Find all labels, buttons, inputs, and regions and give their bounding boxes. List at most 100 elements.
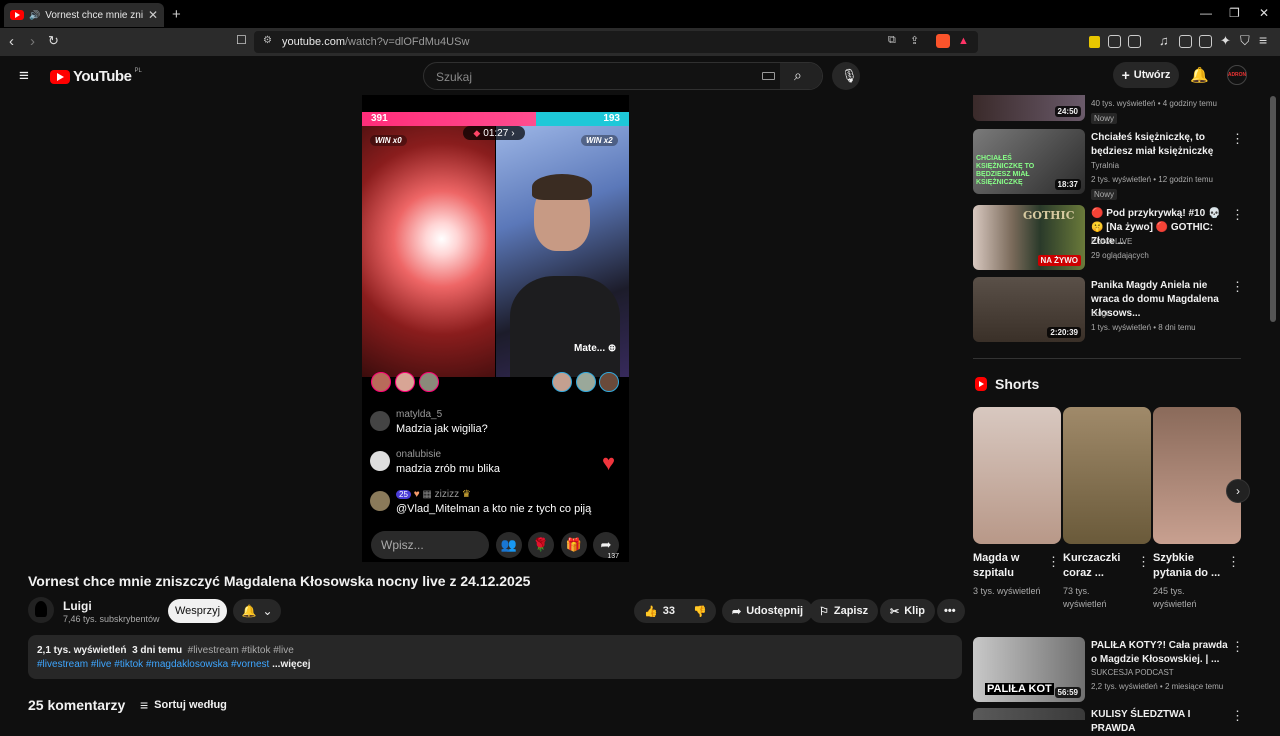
- heart-icon[interactable]: ♥: [602, 450, 615, 476]
- mate-label[interactable]: Mate... ⊕: [574, 343, 616, 354]
- chat-input[interactable]: Wpisz...: [371, 531, 489, 559]
- back-icon[interactable]: ‹: [9, 33, 14, 50]
- video-thumbnail[interactable]: 24:50: [973, 95, 1085, 121]
- shorts-next-button[interactable]: ›: [1226, 479, 1250, 503]
- multi-guest-icon[interactable]: 👥: [496, 532, 522, 558]
- thumbs-down-icon[interactable]: 👎: [693, 605, 707, 618]
- extension-puzzle-icon[interactable]: [1108, 35, 1121, 48]
- sidebar-toggle-icon[interactable]: [1179, 35, 1192, 48]
- battle-score-bar: 391 193: [362, 112, 629, 126]
- extension-yellow-icon[interactable]: [1089, 36, 1100, 48]
- more-vert-icon[interactable]: ⋮: [1227, 554, 1240, 570]
- account-avatar[interactable]: ADRON: [1227, 65, 1247, 85]
- window-close-icon[interactable]: ✕: [1259, 6, 1269, 20]
- video-title: Vornest chce mnie zniszczyć Magdalena Kł…: [28, 573, 531, 589]
- open-external-icon[interactable]: ⧉: [888, 34, 896, 47]
- browser-tab[interactable]: 🔊 Vornest chce mnie zniszczyć ✕: [4, 3, 164, 27]
- more-vert-icon[interactable]: ⋮: [1231, 279, 1244, 295]
- restore-icon[interactable]: ❐: [1229, 6, 1240, 20]
- gifter-avatar-1: [371, 372, 391, 392]
- description-box[interactable]: 2,1 tys. wyświetleń 3 dni temu #livestre…: [28, 635, 962, 679]
- minimize-icon[interactable]: —: [1200, 6, 1212, 20]
- bell-icon: 🔔: [241, 604, 257, 618]
- keyboard-icon[interactable]: [762, 72, 775, 80]
- new-tab-icon[interactable]: +: [172, 6, 181, 23]
- video-thumbnail[interactable]: [973, 708, 1085, 720]
- left-stream: [362, 126, 495, 377]
- hamburger-menu-icon[interactable]: ≡: [19, 66, 29, 86]
- like-dislike-button[interactable]: 👍 33 👎: [634, 599, 716, 623]
- win-badge-right: WIN x2: [581, 135, 618, 146]
- chevron-right-icon: ›: [1236, 484, 1240, 498]
- more-vert-icon[interactable]: ⋮: [1047, 554, 1060, 570]
- brave-rewards-icon[interactable]: ▲: [958, 35, 969, 47]
- forward-icon[interactable]: ›: [30, 33, 35, 50]
- video-thumbnail[interactable]: PALIŁA KOT 56:59: [973, 637, 1085, 702]
- more-vert-icon[interactable]: ⋮: [1137, 554, 1150, 570]
- browser-nav-bar: ‹ › ↻ ☐ ⚙ youtube.com/watch?v=dlOFdMu4US…: [0, 28, 1280, 56]
- video-player[interactable]: 391 193 WIN x0 WIN x2 ◆ 01:27 › Mate... …: [362, 95, 629, 562]
- youtube-logo[interactable]: YouTube PL: [50, 68, 142, 85]
- scrollbar[interactable]: [1270, 96, 1276, 322]
- voice-search-button[interactable]: 🎙: [832, 62, 860, 90]
- battle-timer: ◆ 01:27 ›: [463, 126, 525, 140]
- gift-icon[interactable]: 🎁: [561, 532, 587, 558]
- search-box[interactable]: Szukaj ⌕: [423, 62, 823, 90]
- more-vert-icon[interactable]: ⋮: [1231, 708, 1244, 724]
- reload-icon[interactable]: ↻: [48, 33, 59, 49]
- search-icon: ⌕: [794, 67, 802, 83]
- wallet-icon[interactable]: [1199, 35, 1212, 48]
- gifter-avatar-2: [395, 372, 415, 392]
- tab-title: Vornest chce mnie zniszczyć: [45, 9, 143, 21]
- notifications-bell-icon[interactable]: 🔔: [1190, 66, 1209, 84]
- share-button[interactable]: ➦ Udostępnij: [722, 599, 814, 623]
- clip-button[interactable]: ✂ Klip: [880, 599, 935, 623]
- subscription-bell-button[interactable]: 🔔 ⌄: [233, 599, 281, 623]
- create-button[interactable]: + Utwórz: [1113, 62, 1179, 88]
- rose-gift-icon[interactable]: 🌹: [528, 532, 554, 558]
- thumbs-up-icon[interactable]: 👍: [644, 605, 658, 618]
- chevron-right-icon: ›: [511, 127, 515, 139]
- more-vert-icon[interactable]: ⋮: [1231, 131, 1244, 147]
- share-page-icon[interactable]: ⇪: [910, 34, 919, 47]
- brave-shield-icon[interactable]: [936, 34, 950, 48]
- short-thumbnail[interactable]: [1153, 407, 1241, 544]
- channel-avatar[interactable]: [28, 597, 54, 623]
- leo-ai-icon[interactable]: ✦: [1220, 33, 1231, 49]
- extension-box-icon[interactable]: [1128, 35, 1141, 48]
- tab-close-icon[interactable]: ✕: [148, 8, 158, 22]
- save-button[interactable]: ⚐ Zapisz: [809, 599, 879, 623]
- share-arrow-icon[interactable]: ➦ 137: [593, 532, 619, 560]
- video-thumbnail[interactable]: CHCIAŁEŚ KSIĘŻNICZKĘ TO BĘDZIESZ MIAŁ KS…: [973, 129, 1085, 194]
- vpn-shield-icon[interactable]: ⛉: [1240, 33, 1250, 49]
- chevron-down-icon: ⌄: [262, 604, 273, 618]
- more-vert-icon[interactable]: ⋮: [1231, 207, 1244, 223]
- show-more-link[interactable]: ...więcej: [272, 659, 310, 670]
- score-bar-left: [362, 112, 536, 126]
- youtube-logo-icon: [50, 69, 70, 84]
- shorts-header: Shorts: [975, 376, 1039, 392]
- video-thumbnail[interactable]: GOTHIC NA ŻYWO: [973, 205, 1085, 270]
- speaker-icon: 🔊: [29, 9, 41, 20]
- search-button[interactable]: ⌕: [780, 63, 822, 89]
- channel-name[interactable]: Luigi: [63, 599, 92, 613]
- search-input[interactable]: Szukaj: [436, 70, 472, 84]
- chat-avatar: [370, 411, 390, 431]
- chat-user-badges: 25 ♥ ▦ zizizz ♛: [396, 489, 471, 500]
- more-actions-button[interactable]: •••: [937, 599, 965, 623]
- sort-comments-button[interactable]: ≡ Sortuj według: [140, 697, 227, 713]
- youtube-favicon-icon: [10, 10, 24, 20]
- menu-icon[interactable]: ≡: [1259, 32, 1267, 48]
- new-badge: Nowy: [1091, 113, 1118, 124]
- short-thumbnail[interactable]: [973, 407, 1061, 544]
- bookmark-icon[interactable]: ☐: [236, 33, 247, 47]
- address-bar[interactable]: ⚙ youtube.com/watch?v=dlOFdMu4USw ⧉ ⇪ ▲: [254, 31, 978, 53]
- short-thumbnail[interactable]: [1063, 407, 1151, 544]
- music-icon[interactable]: ♫: [1159, 33, 1169, 48]
- video-thumbnail[interactable]: 2:20:39: [973, 277, 1085, 342]
- more-vert-icon[interactable]: ⋮: [1231, 639, 1244, 655]
- scissors-icon: ✂: [890, 605, 900, 618]
- gifter-avatar-6: [599, 372, 619, 392]
- site-settings-icon[interactable]: ⚙: [263, 35, 272, 46]
- support-button[interactable]: Wesprzyj: [168, 599, 227, 623]
